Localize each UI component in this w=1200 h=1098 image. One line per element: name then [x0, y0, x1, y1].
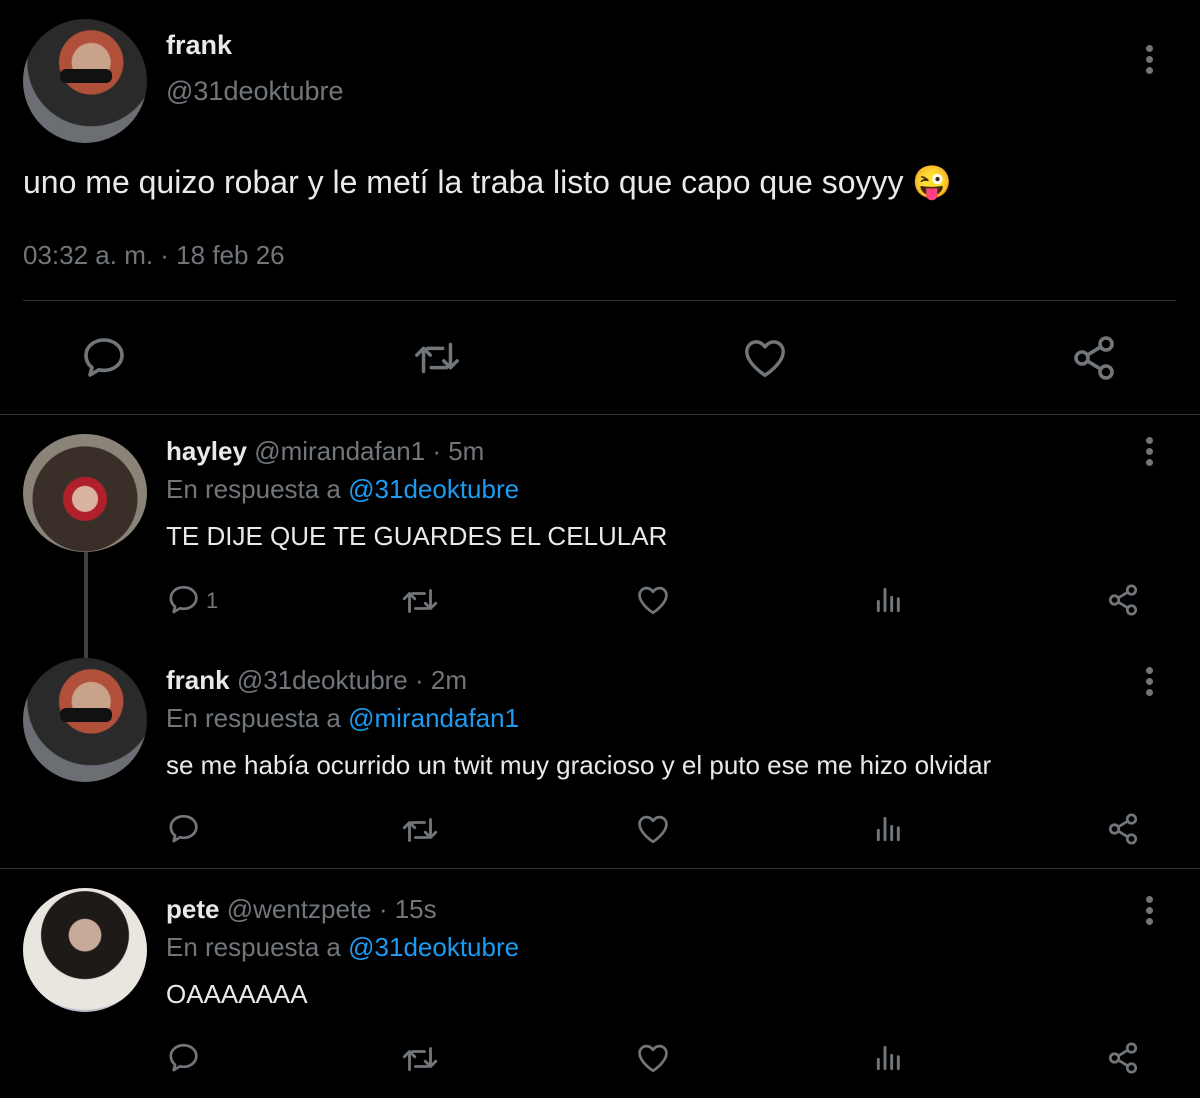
- more-icon[interactable]: [1146, 896, 1154, 929]
- thread-line: [84, 552, 88, 658]
- reply2-reply-to-link[interactable]: @mirandafan1: [348, 703, 519, 733]
- reply3-reply-to-line: En respuesta a @31deoktubre: [166, 932, 519, 963]
- reply3-handle-time[interactable]: @wentzpete · 15s: [227, 894, 437, 924]
- reply1-reply-prefix: En respuesta a: [166, 474, 341, 504]
- main-tweet-text: uno me quizo robar y le metí la traba li…: [23, 164, 904, 200]
- reply3-display-name[interactable]: pete: [166, 894, 219, 924]
- reply1-reply-count: 1: [206, 588, 219, 613]
- main-divider: [23, 300, 1176, 301]
- share-icon[interactable]: [1070, 334, 1118, 382]
- avatar-hayley[interactable]: [23, 434, 147, 552]
- reply-icon[interactable]: [168, 1042, 202, 1074]
- avatar-frank-main[interactable]: [23, 19, 147, 143]
- reply2-reply-to-line: En respuesta a @mirandafan1: [166, 703, 519, 734]
- section-divider: [0, 868, 1200, 869]
- reply2-handle-time[interactable]: @31deoktubre · 2m: [237, 665, 467, 695]
- retweet-icon[interactable]: [400, 586, 440, 616]
- reply3-reply-to-link[interactable]: @31deoktubre: [348, 932, 519, 962]
- reply1-display-name[interactable]: hayley: [166, 436, 247, 466]
- main-tweet-text-line: uno me quizo robar y le metí la traba li…: [23, 163, 952, 201]
- like-icon[interactable]: [636, 584, 670, 616]
- reply1-reply-to-line: En respuesta a @31deoktubre: [166, 474, 519, 505]
- reply3-text: OAAAAAAA: [166, 979, 308, 1009]
- main-timestamp[interactable]: 03:32 a. m. · 18 feb 26: [23, 240, 285, 271]
- avatar-frank-reply[interactable]: [23, 658, 147, 782]
- reply1-reply-to-link[interactable]: @31deoktubre: [348, 474, 519, 504]
- more-icon[interactable]: [1146, 437, 1154, 470]
- more-icon[interactable]: [1146, 667, 1154, 700]
- reply2-display-name[interactable]: frank: [166, 665, 230, 695]
- reply-icon[interactable]: [168, 813, 202, 845]
- main-handle[interactable]: @31deoktubre: [166, 76, 344, 107]
- reply3-reply-prefix: En respuesta a: [166, 932, 341, 962]
- views-icon[interactable]: [873, 1042, 905, 1074]
- reply2-header: frank @31deoktubre · 2m: [166, 665, 467, 696]
- winking-tongue-emoji: 😜: [912, 164, 953, 200]
- reply1-handle-time[interactable]: @mirandafan1 · 5m: [254, 436, 484, 466]
- retweet-icon[interactable]: [412, 338, 462, 378]
- retweet-icon[interactable]: [400, 1044, 440, 1074]
- reply2-reply-prefix: En respuesta a: [166, 703, 341, 733]
- reply1-text: TE DIJE QUE TE GUARDES EL CELULAR: [166, 521, 668, 551]
- like-icon[interactable]: [636, 813, 670, 845]
- retweet-icon[interactable]: [400, 815, 440, 845]
- like-icon[interactable]: [742, 336, 788, 380]
- share-icon[interactable]: [1106, 812, 1140, 846]
- share-icon[interactable]: [1106, 583, 1140, 617]
- reply-icon[interactable]: [168, 584, 202, 616]
- views-icon[interactable]: [873, 813, 905, 845]
- avatar-pete[interactable]: [23, 888, 147, 1012]
- like-icon[interactable]: [636, 1042, 670, 1074]
- reply2-text: se me había ocurrido un twit muy gracios…: [166, 750, 992, 780]
- more-icon[interactable]: [1146, 45, 1154, 78]
- section-divider: [0, 414, 1200, 415]
- reply3-header: pete @wentzpete · 15s: [166, 894, 437, 925]
- main-display-name[interactable]: frank: [166, 30, 232, 61]
- reply-icon[interactable]: [82, 336, 130, 380]
- views-icon[interactable]: [873, 584, 905, 616]
- reply1-header: hayley @mirandafan1 · 5m: [166, 436, 484, 467]
- share-icon[interactable]: [1106, 1041, 1140, 1075]
